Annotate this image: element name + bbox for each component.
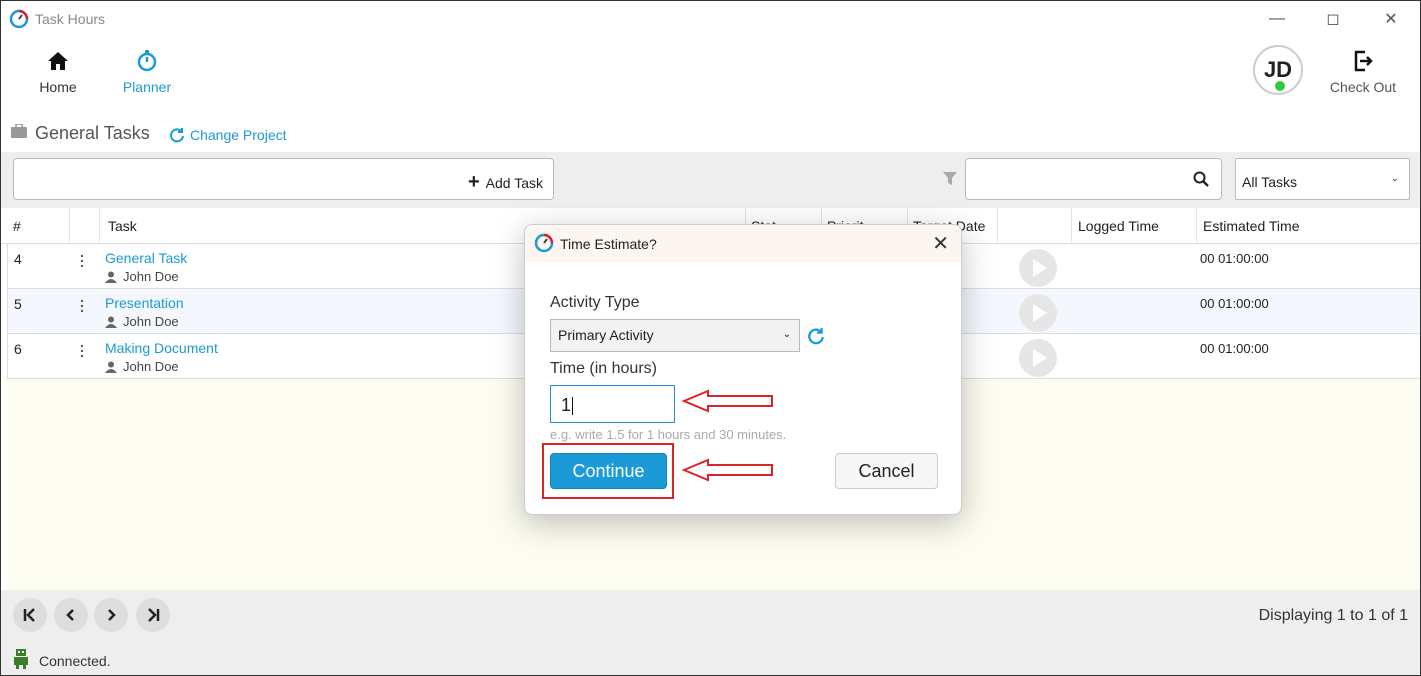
play-timer-button[interactable]	[1019, 339, 1057, 377]
user-icon	[105, 361, 117, 373]
task-filter-select[interactable]: All Tasks ⌄	[1235, 158, 1410, 200]
nav-planner[interactable]: Planner	[113, 49, 181, 95]
chevron-left-icon	[66, 609, 74, 621]
new-task-input[interactable]: + Add Task	[13, 158, 554, 200]
annotation-arrow-icon	[682, 389, 773, 413]
pager-display-text: Displaying 1 to 1 of 1	[1258, 607, 1408, 624]
app-logo-icon	[534, 233, 554, 253]
nav-planner-label: Planner	[122, 79, 172, 95]
add-task-button[interactable]: + Add Task	[468, 171, 543, 194]
next-page-button[interactable]	[94, 598, 128, 632]
time-hint: e.g. write 1.5 for 1 hours and 30 minute…	[550, 427, 787, 442]
status-bar: Connected.	[1, 640, 1420, 675]
activity-type-select[interactable]: Primary Activity ⌄	[550, 319, 800, 352]
refresh-icon	[170, 128, 184, 143]
avatar[interactable]: JD	[1253, 45, 1303, 95]
task-assignee: John Doe	[105, 269, 179, 284]
row-menu-icon[interactable]: ...	[80, 245, 84, 269]
row-menu-icon[interactable]: ...	[80, 335, 84, 359]
checkout-button[interactable]: Check Out	[1323, 49, 1403, 95]
row-number: 5	[14, 296, 22, 312]
estimated-time-value: 00 01:00:00	[1200, 341, 1269, 356]
dialog-header: Time Estimate? ✕	[525, 225, 961, 262]
estimated-time-value: 00 01:00:00	[1200, 296, 1269, 311]
app-logo-icon	[9, 9, 29, 29]
minimize-icon[interactable]: —	[1263, 7, 1291, 31]
col-num[interactable]: #	[13, 218, 21, 234]
task-assignee: John Doe	[105, 359, 179, 374]
row-number: 6	[14, 341, 22, 357]
logout-icon	[1354, 50, 1373, 72]
close-icon[interactable]: ✕	[932, 231, 949, 256]
first-page-icon	[23, 608, 35, 622]
assignee-name: John Doe	[123, 269, 179, 284]
nav-home-label: Home	[39, 79, 77, 95]
search-input[interactable]	[965, 158, 1222, 200]
task-link[interactable]: Presentation	[105, 295, 184, 311]
cancel-button[interactable]: Cancel	[835, 453, 938, 489]
assignee-name: John Doe	[123, 314, 179, 329]
home-icon	[48, 52, 68, 70]
time-hours-value: 1	[561, 395, 572, 415]
window-title: Task Hours	[35, 11, 106, 27]
assignee-name: John Doe	[123, 359, 179, 374]
maximize-icon[interactable]: ◻	[1319, 7, 1347, 31]
filter-icon[interactable]	[943, 172, 957, 186]
connection-status: Connected.	[39, 653, 111, 669]
plus-icon: +	[467, 171, 480, 193]
col-estimated-time[interactable]: Estimated Time	[1203, 218, 1299, 234]
annotation-arrow-icon	[682, 458, 773, 482]
annotation-highlight-box	[542, 443, 674, 499]
search-icon[interactable]	[1193, 171, 1209, 187]
prev-page-button[interactable]	[54, 598, 88, 632]
close-window-icon[interactable]: ✕	[1377, 7, 1405, 31]
row-number: 4	[14, 251, 22, 267]
chevron-down-icon: ⌄	[782, 329, 791, 340]
play-timer-button[interactable]	[1019, 249, 1057, 287]
chevron-right-icon	[108, 609, 116, 621]
add-task-label: Add Task	[485, 174, 543, 191]
stopwatch-icon	[137, 50, 157, 72]
first-page-button[interactable]	[13, 598, 47, 632]
user-icon	[105, 316, 117, 328]
row-menu-icon[interactable]: ...	[80, 290, 84, 314]
dialog-title: Time Estimate?	[560, 236, 657, 252]
task-filter-value: All Tasks	[1242, 174, 1297, 190]
time-hours-input[interactable]: 1	[550, 385, 675, 423]
user-icon	[105, 271, 117, 283]
task-link[interactable]: General Task	[105, 250, 187, 266]
project-header: General Tasks Change Project	[1, 112, 1420, 152]
refresh-icon[interactable]	[807, 327, 825, 345]
col-logged-time[interactable]: Logged Time	[1078, 218, 1159, 234]
activity-type-label: Activity Type	[550, 294, 640, 311]
project-title: General Tasks	[35, 123, 150, 143]
title-bar: Task Hours — ◻ ✕	[1, 1, 1420, 37]
estimated-time-value: 00 01:00:00	[1200, 251, 1269, 266]
play-timer-button[interactable]	[1019, 294, 1057, 332]
change-project-link[interactable]: Change Project	[169, 127, 287, 143]
pager: Displaying 1 to 1 of 1	[1, 590, 1420, 640]
change-project-label: Change Project	[190, 127, 287, 143]
main-nav: Home Planner JD Check Out	[1, 37, 1420, 112]
nav-home[interactable]: Home	[29, 49, 87, 95]
toolbar: + Add Task All Tasks ⌄	[1, 152, 1420, 208]
checkout-label: Check Out	[1329, 79, 1397, 95]
task-link[interactable]: Making Document	[105, 340, 218, 356]
task-assignee: John Doe	[105, 314, 179, 329]
connected-robot-icon	[14, 649, 28, 669]
col-task[interactable]: Task	[108, 218, 137, 234]
last-page-button[interactable]	[136, 598, 170, 632]
app-window: Task Hours — ◻ ✕ Home Planner JD Check O…	[0, 0, 1421, 676]
last-page-icon	[148, 608, 160, 622]
activity-type-value: Primary Activity	[558, 327, 654, 343]
chevron-down-icon: ⌄	[1390, 173, 1399, 184]
briefcase-icon	[11, 124, 27, 138]
time-hours-label: Time (in hours)	[550, 360, 657, 377]
avatar-initials: JD	[1263, 57, 1293, 82]
online-status-icon	[1275, 81, 1285, 91]
